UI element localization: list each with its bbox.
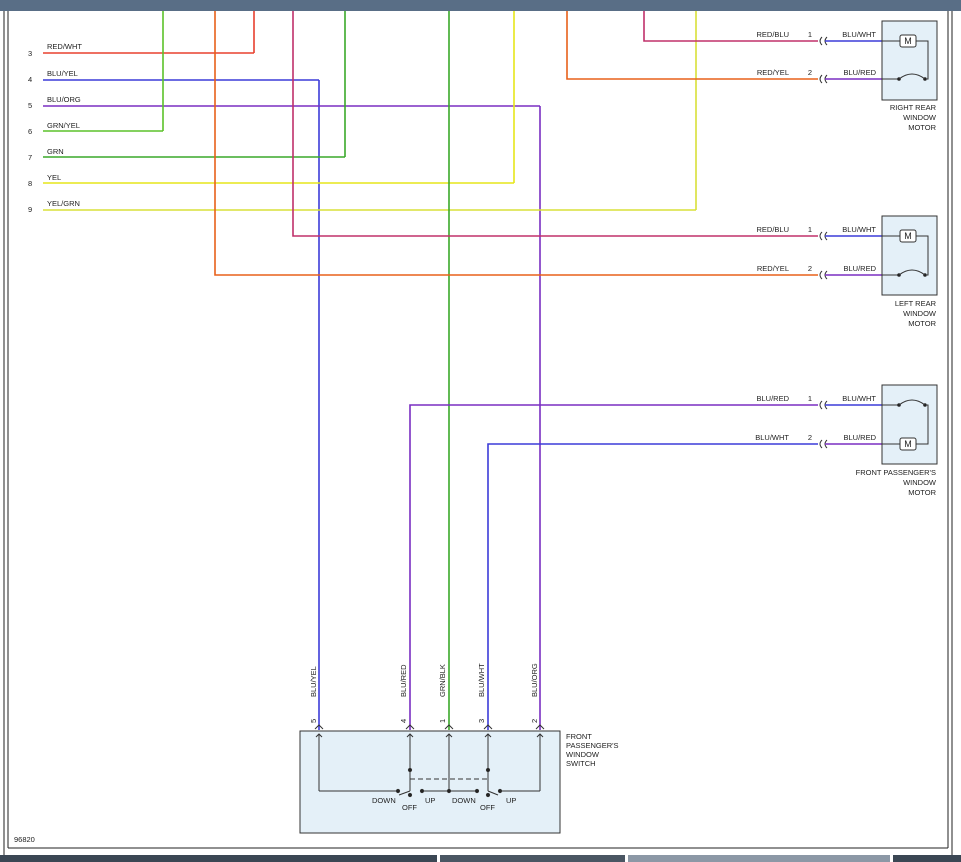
left-rear-window-motor: RED/BLU 1 BLU/WHT RED/YEL 2 BLU/RED M LE… [756, 215, 938, 328]
harness-label: RED/BLU [756, 225, 789, 234]
left-wire-5: 5 BLU/ORG [28, 95, 541, 730]
motor-name-line: RIGHT REAR [890, 103, 937, 112]
left-wire-pin: 8 [28, 179, 32, 188]
connector-symbol [819, 439, 823, 449]
connector-symbol [819, 74, 823, 84]
left-wire-pin: 5 [28, 101, 32, 110]
connector-pin: 1 [808, 30, 812, 39]
harness-label: RED/YEL [757, 264, 789, 273]
motor-wire-label: BLU/RED [843, 68, 876, 77]
right-rear-window-motor: RED/BLU 1 BLU/WHT RED/YEL 2 BLU/RED M RI… [756, 20, 938, 132]
switch-position-label: OFF [402, 803, 417, 812]
left-wire-pin: 4 [28, 75, 32, 84]
motor-name-line: MOTOR [908, 319, 936, 328]
motor-name-line: MOTOR [908, 488, 936, 497]
harness-label: BLU/WHT [755, 433, 789, 442]
connector-symbol [819, 36, 823, 46]
switch-position-label: OFF [480, 803, 495, 812]
front-passenger-harness-wires [409, 404, 818, 730]
bottom-scroll-segment[interactable] [0, 855, 437, 862]
front-passenger-window-switch: BLU/YEL BLU/RED GRN/BLK BLU/WHT BLU/ORG … [299, 663, 619, 834]
motor-wire-label: BLU/WHT [842, 225, 876, 234]
switch-name-line: WINDOW [566, 750, 600, 759]
switch-pin: 5 [309, 719, 318, 723]
switch-name-line: PASSENGER'S [566, 741, 619, 750]
switch-pin: 1 [438, 719, 447, 723]
switch-wire-label: BLU/ORG [530, 663, 539, 697]
left-wire-pin: 9 [28, 205, 32, 214]
motor-wire-label: BLU/RED [843, 264, 876, 273]
switch-pin: 2 [530, 719, 539, 723]
diagram-id: 96820 [14, 835, 35, 844]
motor-wire-label: BLU/WHT [842, 394, 876, 403]
motor-name-line: FRONT PASSENGER'S [856, 468, 936, 477]
motor-name-line: LEFT REAR [895, 299, 937, 308]
switch-wire-label: BLU/RED [399, 664, 408, 697]
bottom-scroll-segment[interactable] [440, 855, 625, 862]
harness-label: RED/YEL [757, 68, 789, 77]
motor-box [881, 384, 938, 465]
bottom-scroll-segment[interactable] [628, 855, 890, 862]
motor-symbol-letter: M [904, 439, 912, 449]
connector-symbol [819, 231, 823, 241]
motor-name-line: MOTOR [908, 123, 936, 132]
connector-symbol [819, 400, 823, 410]
switch-name-line: FRONT [566, 732, 592, 741]
left-wire-label: BLU/YEL [47, 69, 78, 78]
switch-name-line: SWITCH [566, 759, 596, 768]
harness-label: BLU/RED [756, 394, 789, 403]
motor-box [881, 215, 938, 296]
switch-wire-label: BLU/YEL [309, 666, 318, 697]
left-wire-8: 8 YEL [28, 11, 515, 188]
front-passenger-window-motor: BLU/RED 1 BLU/WHT BLU/WHT 2 BLU/RED M FR… [755, 384, 938, 497]
switch-position-label: UP [506, 796, 516, 805]
switch-position-label: DOWN [452, 796, 476, 805]
motor-wire-label: BLU/WHT [842, 30, 876, 39]
motor-symbol-letter: M [904, 231, 912, 241]
connector-pin: 1 [808, 394, 812, 403]
left-wire-label: BLU/ORG [47, 95, 81, 104]
left-wire-label: YEL/GRN [47, 199, 80, 208]
left-wire-label: RED/WHT [47, 42, 82, 51]
switch-box [299, 730, 561, 834]
switch-wire-label: GRN/BLK [438, 664, 447, 697]
bottom-scroll-segment[interactable] [893, 855, 961, 862]
left-wire-label: GRN/YEL [47, 121, 80, 130]
left-rear-harness-wires [214, 11, 818, 276]
left-wire-pin: 6 [28, 127, 32, 136]
connector-pin: 2 [808, 264, 812, 273]
connector-pin: 2 [808, 68, 812, 77]
switch-pin: 3 [477, 719, 486, 723]
connector-pin: 2 [808, 433, 812, 442]
left-wire-label: YEL [47, 173, 61, 182]
wiring-diagram: 3 RED/WHT 4 BLU/YEL 5 BLU/ORG 6 GRN/YEL … [3, 11, 953, 855]
switch-wire-label: BLU/WHT [477, 663, 486, 697]
switch-position-label: UP [425, 796, 435, 805]
switch-pin: 4 [399, 719, 408, 723]
left-wire-4: 4 BLU/YEL [28, 69, 320, 730]
motor-name-line: WINDOW [903, 113, 937, 122]
switch-position-label: DOWN [372, 796, 396, 805]
left-wire-3: 3 RED/WHT [28, 11, 255, 58]
left-wire-label: GRN [47, 147, 64, 156]
motor-name-line: WINDOW [903, 478, 937, 487]
motor-box [881, 20, 938, 101]
connector-pin: 1 [808, 225, 812, 234]
motor-wire-label: BLU/RED [843, 433, 876, 442]
motor-symbol-letter: M [904, 36, 912, 46]
harness-label: RED/BLU [756, 30, 789, 39]
left-wire-pin: 7 [28, 153, 32, 162]
connector-symbol [819, 270, 823, 280]
motor-name-line: WINDOW [903, 309, 937, 318]
left-wire-7: 7 GRN [28, 11, 346, 162]
left-wire-pin: 3 [28, 49, 32, 58]
